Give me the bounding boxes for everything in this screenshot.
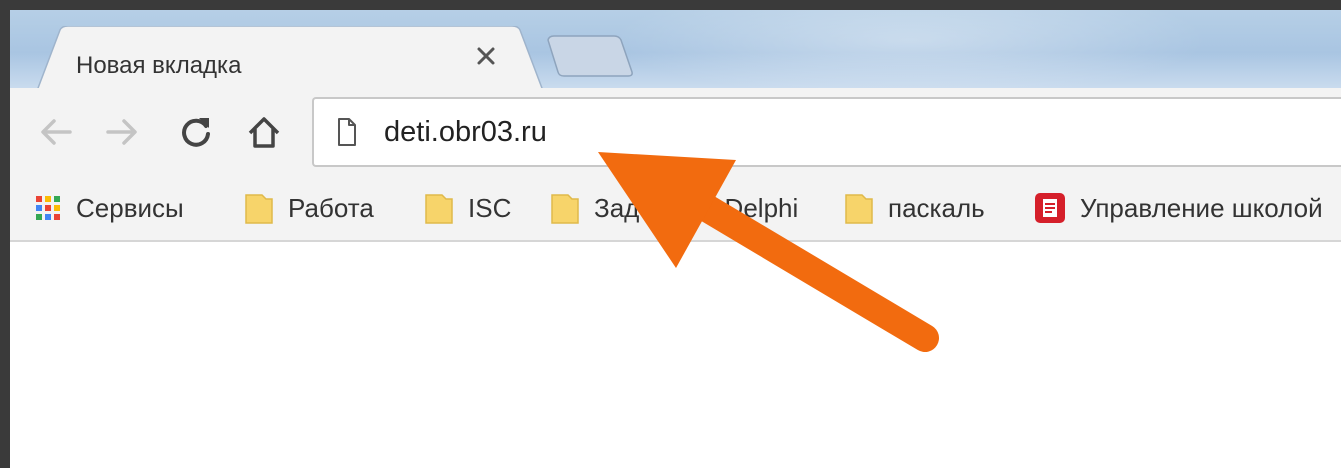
address-bar[interactable]: deti.obr03.ru	[312, 97, 1341, 167]
tab-active[interactable]: Новая вкладка	[32, 26, 552, 88]
folder-icon	[425, 194, 453, 224]
bookmark-label: Управление школой	[1080, 192, 1323, 223]
home-icon	[248, 117, 280, 148]
new-tab-button[interactable]	[542, 32, 638, 78]
back-button[interactable]	[34, 110, 78, 154]
bookmark-label: Задачи на Delphi	[594, 192, 799, 223]
tab-title: Новая вкладка	[76, 52, 242, 79]
bookmark-folder-rabota[interactable]: Работа	[244, 186, 374, 230]
bookmarks-bar: Сервисы Работа ISC Задачи на Delphi паск…	[10, 176, 1341, 242]
document-icon	[1035, 193, 1065, 223]
toolbar: deti.obr03.ru	[10, 88, 1341, 176]
bookmark-services[interactable]: Сервисы	[34, 186, 184, 230]
tab-strip: Новая вкладка	[10, 10, 1341, 88]
home-button[interactable]	[242, 110, 286, 154]
page-icon	[338, 118, 356, 146]
bookmark-school-management[interactable]: Управление школой	[1034, 186, 1323, 230]
forward-button[interactable]	[100, 110, 144, 154]
address-url: deti.obr03.ru	[384, 116, 547, 148]
new-tab-icon	[547, 35, 633, 77]
bookmark-label: Сервисы	[76, 192, 184, 223]
tab-strip-glow	[610, 10, 1210, 88]
reload-button[interactable]	[174, 110, 218, 154]
tab-close-button[interactable]	[476, 46, 508, 78]
close-icon	[477, 47, 495, 65]
bookmark-label: ISC	[468, 192, 512, 223]
folder-icon	[551, 194, 579, 224]
bookmark-folder-delphi[interactable]: Задачи на Delphi	[550, 186, 798, 230]
back-arrow-icon	[41, 119, 72, 145]
bookmark-label: Работа	[288, 192, 374, 223]
bookmark-folder-isc[interactable]: ISC	[424, 186, 511, 230]
apps-grid-icon	[36, 196, 60, 220]
bookmark-folder-pascal[interactable]: паскаль	[844, 186, 985, 230]
reload-icon	[182, 118, 210, 147]
folder-icon	[245, 194, 273, 224]
page-content	[10, 242, 1341, 468]
bookmark-label: паскаль	[888, 192, 985, 223]
folder-icon	[845, 194, 873, 224]
forward-arrow-icon	[106, 119, 137, 145]
